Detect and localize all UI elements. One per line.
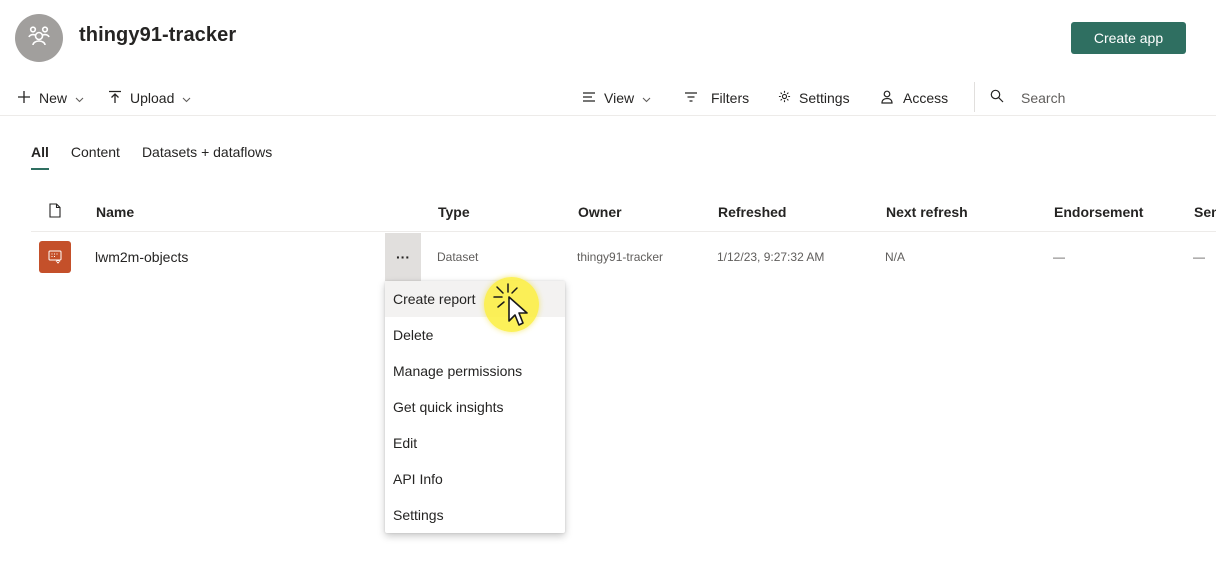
item-name-link[interactable]: lwm2m-objects — [95, 249, 188, 265]
new-button[interactable]: New — [17, 88, 84, 108]
menu-item-edit[interactable]: Edit — [385, 425, 565, 461]
table-row[interactable]: lwm2m-objects ··· Dataset thingy91-track… — [31, 233, 1216, 281]
workspace-toolbar: New Upload View Filters Settings Access … — [0, 80, 1216, 116]
content-tabs: All Content Datasets + dataflows — [31, 142, 294, 170]
create-app-button[interactable]: Create app — [1071, 22, 1186, 54]
new-label: New — [39, 90, 68, 106]
column-header-type[interactable]: Type — [438, 204, 470, 220]
item-sensitivity: — — [1193, 250, 1205, 264]
access-label: Access — [903, 90, 949, 106]
item-next-refresh: N/A — [885, 250, 906, 264]
search-icon — [990, 89, 1004, 108]
column-header-name[interactable]: Name — [96, 204, 134, 220]
view-button[interactable]: View — [582, 88, 651, 108]
view-list-icon — [582, 90, 596, 107]
view-label: View — [604, 90, 635, 106]
item-refreshed: 1/12/23, 9:27:32 AM — [717, 250, 825, 264]
search-input[interactable] — [1021, 90, 1191, 106]
menu-item-get-quick-insights[interactable]: Get quick insights — [385, 389, 565, 425]
chevron-down-icon — [642, 90, 651, 106]
access-button[interactable]: Access — [881, 88, 948, 108]
chevron-down-icon — [182, 90, 191, 106]
upload-button[interactable]: Upload — [108, 88, 191, 108]
search-box[interactable] — [990, 88, 1210, 108]
column-header-refreshed[interactable]: Refreshed — [718, 204, 786, 220]
workspace-avatar — [15, 14, 63, 62]
settings-label: Settings — [799, 90, 850, 106]
item-type: Dataset — [437, 250, 479, 264]
column-header-owner[interactable]: Owner — [578, 204, 622, 220]
tab-datasets-dataflows[interactable]: Datasets + dataflows — [142, 142, 272, 168]
menu-item-manage-permissions[interactable]: Manage permissions — [385, 353, 565, 389]
column-header-sensitivity[interactable]: Sen — [1194, 204, 1216, 220]
file-type-icon — [49, 203, 61, 221]
workspace-header: thingy91-tracker Create app — [0, 0, 1216, 76]
column-header-next-refresh[interactable]: Next refresh — [886, 204, 968, 220]
upload-label: Upload — [130, 90, 175, 106]
upload-icon — [108, 90, 122, 107]
menu-item-settings[interactable]: Settings — [385, 497, 565, 533]
person-icon — [881, 90, 893, 107]
workspace-title: thingy91-tracker — [79, 24, 237, 46]
menu-item-api-info[interactable]: API Info — [385, 461, 565, 497]
filters-label: Filters — [711, 90, 750, 106]
plus-icon — [17, 90, 31, 107]
settings-button[interactable]: Settings — [778, 88, 850, 108]
item-endorsement: — — [1053, 250, 1065, 264]
item-owner: thingy91-tracker — [577, 250, 664, 264]
mouse-pointer-icon — [487, 283, 547, 333]
tab-content[interactable]: Content — [71, 142, 120, 168]
filters-button[interactable]: Filters — [684, 88, 749, 108]
table-header: Name Type Owner Refreshed Next refresh E… — [31, 192, 1216, 232]
filter-icon — [684, 90, 698, 107]
tab-all[interactable]: All — [31, 142, 49, 170]
more-options-button[interactable]: ··· — [385, 233, 421, 281]
gear-icon — [778, 90, 791, 106]
workspace-group-icon — [26, 23, 52, 54]
dataset-icon — [39, 241, 71, 273]
chevron-down-icon — [75, 90, 84, 106]
toolbar-divider — [974, 82, 975, 112]
column-header-endorsement[interactable]: Endorsement — [1054, 204, 1143, 220]
